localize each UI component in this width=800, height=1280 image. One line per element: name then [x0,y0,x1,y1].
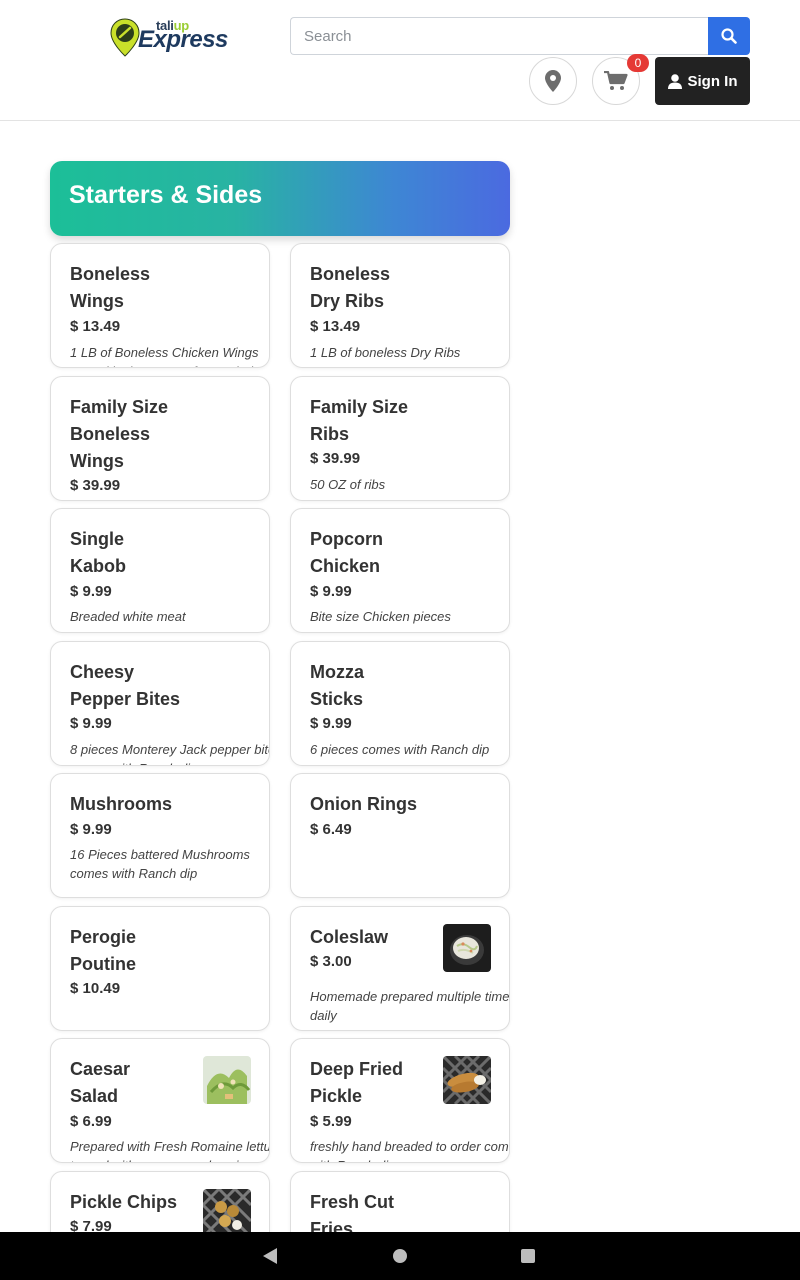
item-description: 1 LB of boneless Dry Ribs [310,345,461,360]
cart-button[interactable]: 0 [592,54,649,105]
logo-pin-icon [110,18,140,57]
search-input[interactable] [290,17,709,55]
cart-count-badge: 0 [627,54,649,72]
menu-item-card[interactable]: Popcorn Chicken $ 9.99 Bite size Chicken … [290,508,510,633]
item-price: $ 9.99 [70,715,112,732]
user-icon [667,73,682,89]
item-name: Deep Fried Pickle [310,1059,404,1106]
system-navigation-bar [0,1232,800,1280]
menu-item-card[interactable]: Single Kabob $ 9.99 Breaded white meat [50,508,270,633]
item-name: Boneless Wings [70,264,151,311]
item-description: Breaded white meat [70,609,186,624]
item-price: $ 5.99 [310,1113,352,1130]
menu-item-card[interactable]: Mushrooms $ 9.99 16 Pieces battered Mush… [50,773,270,898]
item-description: 16 Pieces battered Mushrooms comes with … [70,847,250,881]
item-price: $ 6.49 [310,821,352,838]
item-name: Boneless Dry Ribs [310,264,391,311]
item-photo-deep-fried-pickle [443,1056,491,1104]
menu-item-card[interactable]: Perogie Poutine $ 10.49 [50,906,270,1031]
menu-item-card[interactable]: Boneless Dry Ribs $ 13.49 1 LB of boneles… [290,243,510,368]
menu-item-card[interactable]: Cheesy Pepper Bites $ 9.99 8 pieces Monte… [50,641,270,766]
item-name: Mozza Sticks [310,662,364,709]
item-name: Pickle Chips [70,1192,178,1212]
search-icon [721,28,737,44]
item-description: 8 pieces Monterey Jack pepper bites come… [70,742,269,765]
category-banner: Starters & Sides [50,161,510,236]
menu-item-card[interactable]: Mozza Sticks $ 9.99 6 pieces comes with R… [290,641,510,766]
item-description: Prepared with Fresh Romaine lettuce toss… [70,1139,270,1162]
item-price: $ 6.99 [70,1113,112,1130]
item-price: $ 9.99 [70,583,112,600]
item-description: freshly hand breaded to order comes with… [310,1139,509,1162]
item-price: $ 9.99 [310,715,352,732]
search-bar [290,17,750,55]
item-description: Bite size Chicken pieces [310,609,451,624]
home-icon[interactable] [393,1249,407,1263]
top-header: taliup Express 0 Sign In [0,0,800,121]
location-button[interactable] [529,57,577,105]
menu-item-card[interactable]: Boneless Wings $ 13.49 1 LB of Boneless C… [50,243,270,368]
item-price: $ 39.99 [310,450,361,467]
item-name: Popcorn Chicken [310,529,384,576]
sign-in-label: Sign In [687,72,738,90]
map-marker-icon [545,70,561,92]
brand-logo[interactable]: taliup Express [110,16,228,57]
menu-item-card[interactable]: Family Size Boneless Wings $ 39.99 [50,376,270,501]
item-price: $ 3.00 [310,953,352,970]
item-photo-caesar-salad [203,1056,251,1104]
item-name: Caesar Salad [70,1059,131,1106]
item-description: Homemade prepared multiple times daily [310,989,510,1023]
menu-item-card[interactable]: Family Size Ribs $ 39.99 50 OZ of ribs [290,376,510,501]
item-photo-coleslaw [443,924,491,972]
item-price: $ 13.49 [70,318,121,335]
shopping-cart-icon [604,71,628,90]
item-name: Family Size Boneless Wings [70,397,169,471]
item-description: 6 pieces comes with Ranch dip [310,742,490,757]
logo-wordmark: Express [138,26,228,53]
category-title: Starters & Sides [69,181,263,209]
menu-item-card[interactable]: Coleslaw $ 3.00 Homemade prepared multip… [290,906,510,1031]
item-description: 1 LB of Boneless Chicken Wings tossed in… [70,345,267,367]
item-description: 50 OZ of ribs [310,477,386,492]
recent-apps-icon[interactable] [521,1249,535,1263]
item-name: Single Kabob [70,529,126,576]
item-name: Onion Rings [310,794,417,814]
item-name: Perogie Poutine [70,927,137,974]
item-name: Family Size Ribs [310,397,409,444]
menu-item-card[interactable]: Caesar Salad $ 6.99 Prepared with Fresh R… [50,1038,270,1163]
item-price: $ 9.99 [310,583,352,600]
menu-item-card[interactable]: Deep Fried Pickle $ 5.99 freshly hand bre… [290,1038,510,1163]
item-name: Cheesy Pepper Bites [70,662,181,709]
item-name: Mushrooms [70,794,173,814]
search-button[interactable] [708,17,750,55]
item-photo-pickle-chips [203,1189,251,1237]
item-price: $ 9.99 [70,821,112,838]
item-price: $ 39.99 [70,477,121,494]
item-price: $ 13.49 [310,318,361,335]
sign-in-button[interactable]: Sign In [655,57,750,105]
item-price: $ 10.49 [70,980,121,997]
menu-item-card[interactable]: Onion Rings $ 6.49 [290,773,510,898]
item-name: Coleslaw [310,927,389,947]
back-icon[interactable] [263,1248,277,1264]
